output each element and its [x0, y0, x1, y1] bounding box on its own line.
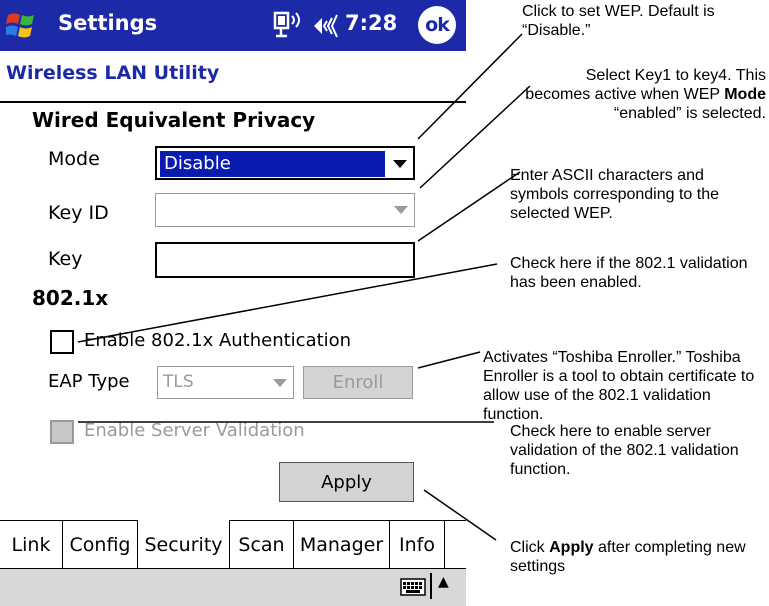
chevron-down-icon	[273, 379, 287, 387]
volume-icon[interactable]	[312, 13, 342, 39]
wep-mode-select[interactable]: Disable	[155, 146, 415, 180]
annotation-key-id: Select Key1 to key4. This becomes active…	[524, 66, 766, 123]
annotation-enroll: Activates “Toshiba Enroller.” Toshiba En…	[483, 349, 755, 423]
input-menu-arrow-icon[interactable]: ▲	[438, 574, 449, 590]
wep-heading: Wired Equivalent Privacy	[32, 108, 316, 132]
tab-info[interactable]: Info	[390, 521, 445, 569]
ok-button[interactable]: ok	[418, 6, 456, 44]
tab-strip: Link Config Security Scan Manager Info	[0, 520, 445, 569]
chevron-down-icon	[393, 160, 407, 168]
annotation-auth: Check here if the 802.1 validation has b…	[510, 255, 748, 291]
tab-strip-fill	[445, 520, 466, 569]
key-id-select[interactable]	[155, 193, 415, 227]
annotation-key-id-bold: Mode	[724, 86, 766, 103]
input-separator	[430, 573, 432, 599]
annotation-key: Enter ASCII characters and symbols corre…	[510, 167, 719, 222]
connectivity-icon[interactable]	[273, 10, 305, 40]
annotation-wep-mode: Click to set WEP. Default is “Disable.”	[522, 3, 715, 39]
apply-button[interactable]: Apply	[279, 462, 414, 502]
keyboard-icon[interactable]	[400, 578, 426, 596]
divider	[0, 101, 466, 103]
mode-label: Mode	[48, 148, 100, 170]
annotation-apply: Click Apply after completing new setting…	[510, 538, 766, 576]
wep-mode-value: Disable	[160, 151, 385, 177]
app-title: Wireless LAN Utility	[6, 62, 220, 84]
windows-start-icon[interactable]	[6, 9, 46, 43]
server-validation-checkbox[interactable]	[50, 420, 74, 444]
dot1x-heading: 802.1x	[32, 286, 109, 310]
server-validation-label[interactable]: Enable Server Validation	[84, 420, 305, 441]
tab-link[interactable]: Link	[0, 521, 63, 569]
annotation-apply-bold: Apply	[549, 539, 594, 556]
eap-type-label: EAP Type	[48, 371, 130, 392]
enroll-button[interactable]: Enroll	[303, 366, 413, 399]
key-label: Key	[48, 248, 83, 270]
annotation-apply-text: Click	[510, 539, 550, 556]
clock[interactable]: 7:28	[345, 11, 397, 35]
annotation-key-id-tail: “enabled” is selected.	[613, 105, 766, 122]
tab-manager[interactable]: Manager	[294, 521, 390, 569]
key-input[interactable]	[155, 242, 415, 278]
eap-type-select[interactable]: TLS	[157, 366, 294, 399]
window-title: Settings	[58, 11, 158, 35]
tab-config[interactable]: Config	[63, 521, 138, 569]
tab-scan[interactable]: Scan	[230, 521, 294, 569]
annotation-server: Check here to enable server validation o…	[510, 423, 739, 478]
key-id-label: Key ID	[48, 202, 109, 224]
eap-type-value: TLS	[163, 372, 194, 392]
enable-auth-label[interactable]: Enable 802.1x Authentication	[84, 330, 351, 351]
enable-auth-checkbox[interactable]	[50, 330, 74, 354]
menu-bar	[0, 568, 466, 606]
chevron-down-icon	[394, 206, 408, 214]
tab-security[interactable]: Security	[138, 520, 230, 569]
